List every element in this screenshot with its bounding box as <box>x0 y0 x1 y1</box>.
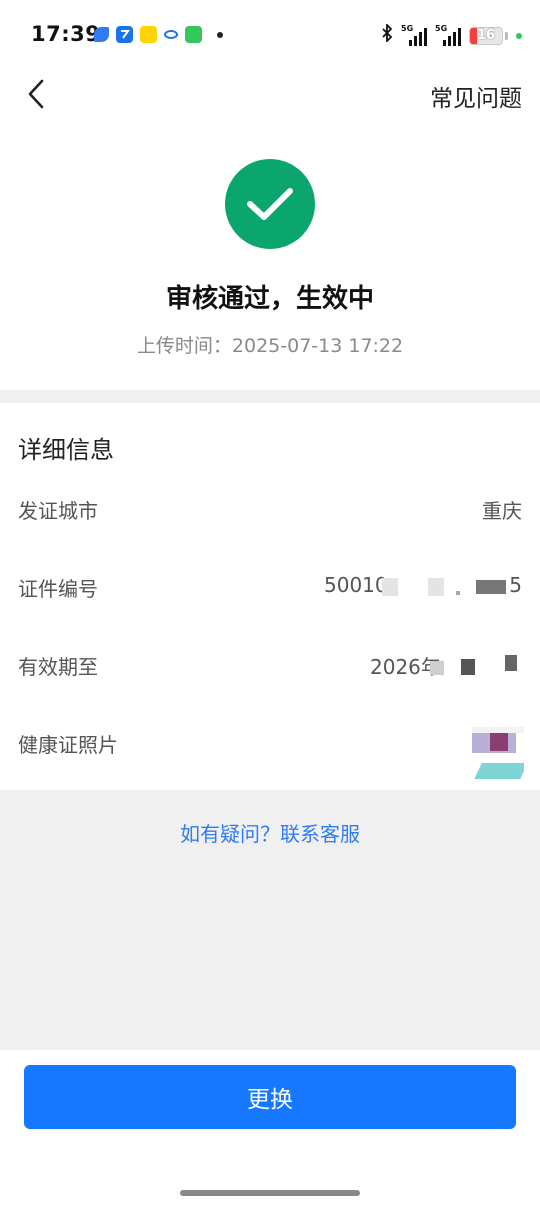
check-circle-icon <box>225 159 315 249</box>
replace-button[interactable]: 更换 <box>24 1065 516 1129</box>
link-app-icon <box>164 30 178 39</box>
redaction-mask <box>428 578 444 596</box>
screen: 17:39 5G 5G 16 常见问题 审核通过，生效中 上传时间：2025-0… <box>0 0 540 1206</box>
signal-icon-2: 5G <box>435 24 461 46</box>
detail-row-photo: 健康证照片 <box>0 717 540 789</box>
home-indicator[interactable] <box>180 1190 360 1196</box>
battery-tip <box>505 31 508 40</box>
battery-level: 16 <box>476 28 496 43</box>
cert-number-start: 50010 <box>324 573 388 597</box>
status-time: 17:39 <box>31 22 101 46</box>
expiry-label: 有效期至 <box>18 655 98 679</box>
redaction-mask <box>382 578 398 596</box>
upload-time: 上传时间：2025-07-13 17:22 <box>136 335 404 357</box>
city-value: 重庆 <box>482 499 522 523</box>
photo-label: 健康证照片 <box>18 733 118 757</box>
more-notifications-icon <box>217 31 223 38</box>
bottom-action-bar: 更换 <box>0 1050 540 1206</box>
redaction-mask <box>476 580 506 594</box>
chevron-left-icon <box>28 79 44 109</box>
nav-bar: 常见问题 <box>0 70 540 120</box>
back-button[interactable] <box>18 76 54 112</box>
detail-title: 详细信息 <box>18 436 114 464</box>
status-indicators: 5G 5G 16 <box>381 22 522 47</box>
health-cert-photo[interactable] <box>472 727 524 785</box>
chat-app-icon <box>185 26 202 43</box>
redaction-mask <box>505 655 517 671</box>
city-label: 发证城市 <box>18 499 98 523</box>
cert-number-end: 5 <box>509 573 522 597</box>
bluetooth-icon <box>381 22 393 47</box>
detail-row-cert-number: 证件编号 50010 5 <box>0 561 540 611</box>
signal-icon-1: 5G <box>401 24 427 46</box>
detail-row-city: 发证城市 重庆 <box>0 483 540 533</box>
faq-link[interactable]: 常见问题 <box>430 79 522 113</box>
status-bar: 17:39 5G 5G 16 <box>0 0 540 70</box>
cert-number-label: 证件编号 <box>18 577 98 601</box>
battery-icon: 16 <box>469 26 503 45</box>
feather-app-icon <box>94 27 109 42</box>
privacy-indicator <box>516 32 522 39</box>
result-section: 审核通过，生效中 上传时间：2025-07-13 17:22 <box>0 120 540 390</box>
fly-app-icon <box>116 26 133 43</box>
redaction-mask <box>456 591 460 595</box>
yellow-app-icon <box>140 26 157 43</box>
redaction-mask <box>430 661 444 675</box>
detail-section: 详细信息 发证城市 重庆 证件编号 50010 5 有效期至 2026年 健康证… <box>0 403 540 790</box>
detail-row-expiry: 有效期至 2026年 <box>0 639 540 689</box>
result-title: 审核通过，生效中 <box>165 284 374 314</box>
status-app-icons <box>94 26 223 43</box>
contact-service-link[interactable]: 如有疑问？联系客服 <box>0 818 540 847</box>
redaction-mask <box>461 659 475 675</box>
